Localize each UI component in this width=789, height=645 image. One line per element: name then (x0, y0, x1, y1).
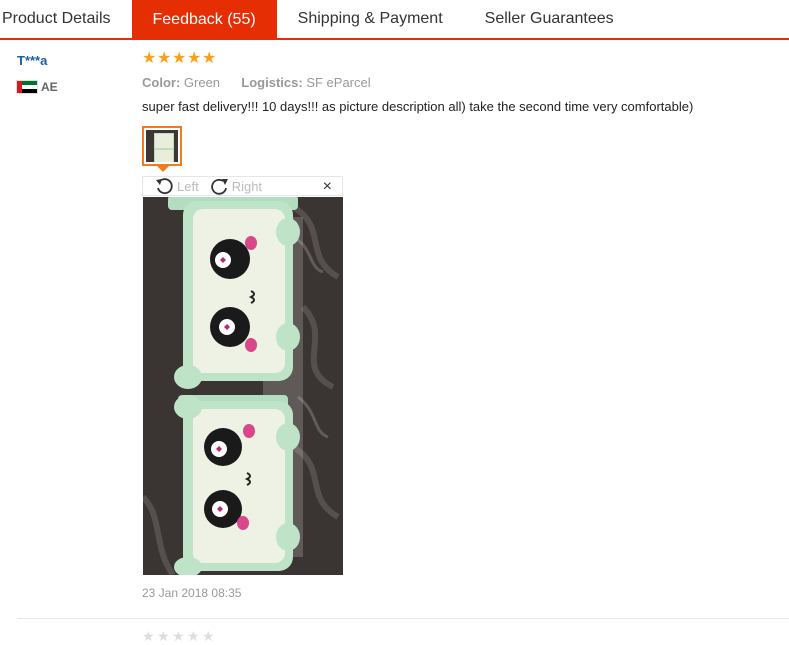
feedback-tabs: Product Details Feedback (55) Shipping &… (0, 0, 789, 40)
star-icon: ★ (187, 50, 202, 67)
thumbnail-pointer (157, 166, 169, 172)
lunch-box-photo (143, 197, 343, 575)
review-photo-thumbnail[interactable] (142, 126, 182, 166)
star-icon: ★ (142, 628, 155, 644)
next-review-stars: ★ ★ ★ ★ ★ (142, 628, 217, 645)
star-icon: ★ (202, 50, 217, 67)
review-comment: super fast delivery!!! 10 days!!! as pic… (142, 99, 694, 114)
star-icon: ★ (157, 50, 172, 67)
rotate-right-label: Right (231, 178, 263, 194)
tab-shipping-payment[interactable]: Shipping & Payment (277, 0, 464, 38)
star-icon: ★ (142, 50, 157, 67)
uae-flag-icon (16, 80, 38, 94)
star-icon: ★ (172, 628, 185, 644)
tab-seller-guarantees[interactable]: Seller Guarantees (464, 0, 635, 38)
reviewer-name: T***a (17, 53, 48, 68)
star-rating: ★ ★ ★ ★ ★ (142, 51, 217, 67)
star-icon: ★ (157, 628, 170, 644)
rotate-left-button[interactable]: Left (154, 177, 199, 195)
review-divider (17, 618, 789, 619)
close-viewer-button[interactable]: × (323, 178, 332, 196)
logistics-value: SF eParcel (306, 75, 371, 90)
star-icon: ★ (187, 628, 200, 644)
tab-product-details[interactable]: Product Details (0, 0, 132, 38)
country-code: AE (41, 80, 58, 94)
rotate-right-icon (210, 178, 228, 195)
review-photo (143, 197, 343, 575)
tab-feedback[interactable]: Feedback (55) (131, 0, 277, 40)
color-value: Green (183, 75, 221, 90)
review-date: 23 Jan 2018 08:35 (142, 586, 242, 600)
star-icon: ★ (172, 50, 187, 67)
rotate-right-button[interactable]: Right (209, 177, 262, 195)
star-icon: ★ (202, 628, 215, 644)
logistics-label: Logistics: (241, 75, 303, 90)
rotate-left-label: Left (177, 178, 199, 194)
color-label: Color: (142, 75, 181, 90)
reviewer-country: AE (16, 80, 58, 94)
rotate-left-icon (156, 178, 173, 195)
order-attributes: Color: Green Logistics: SF eParcel (142, 75, 371, 90)
photo-viewer-toolbar: Left Right × (142, 176, 343, 196)
